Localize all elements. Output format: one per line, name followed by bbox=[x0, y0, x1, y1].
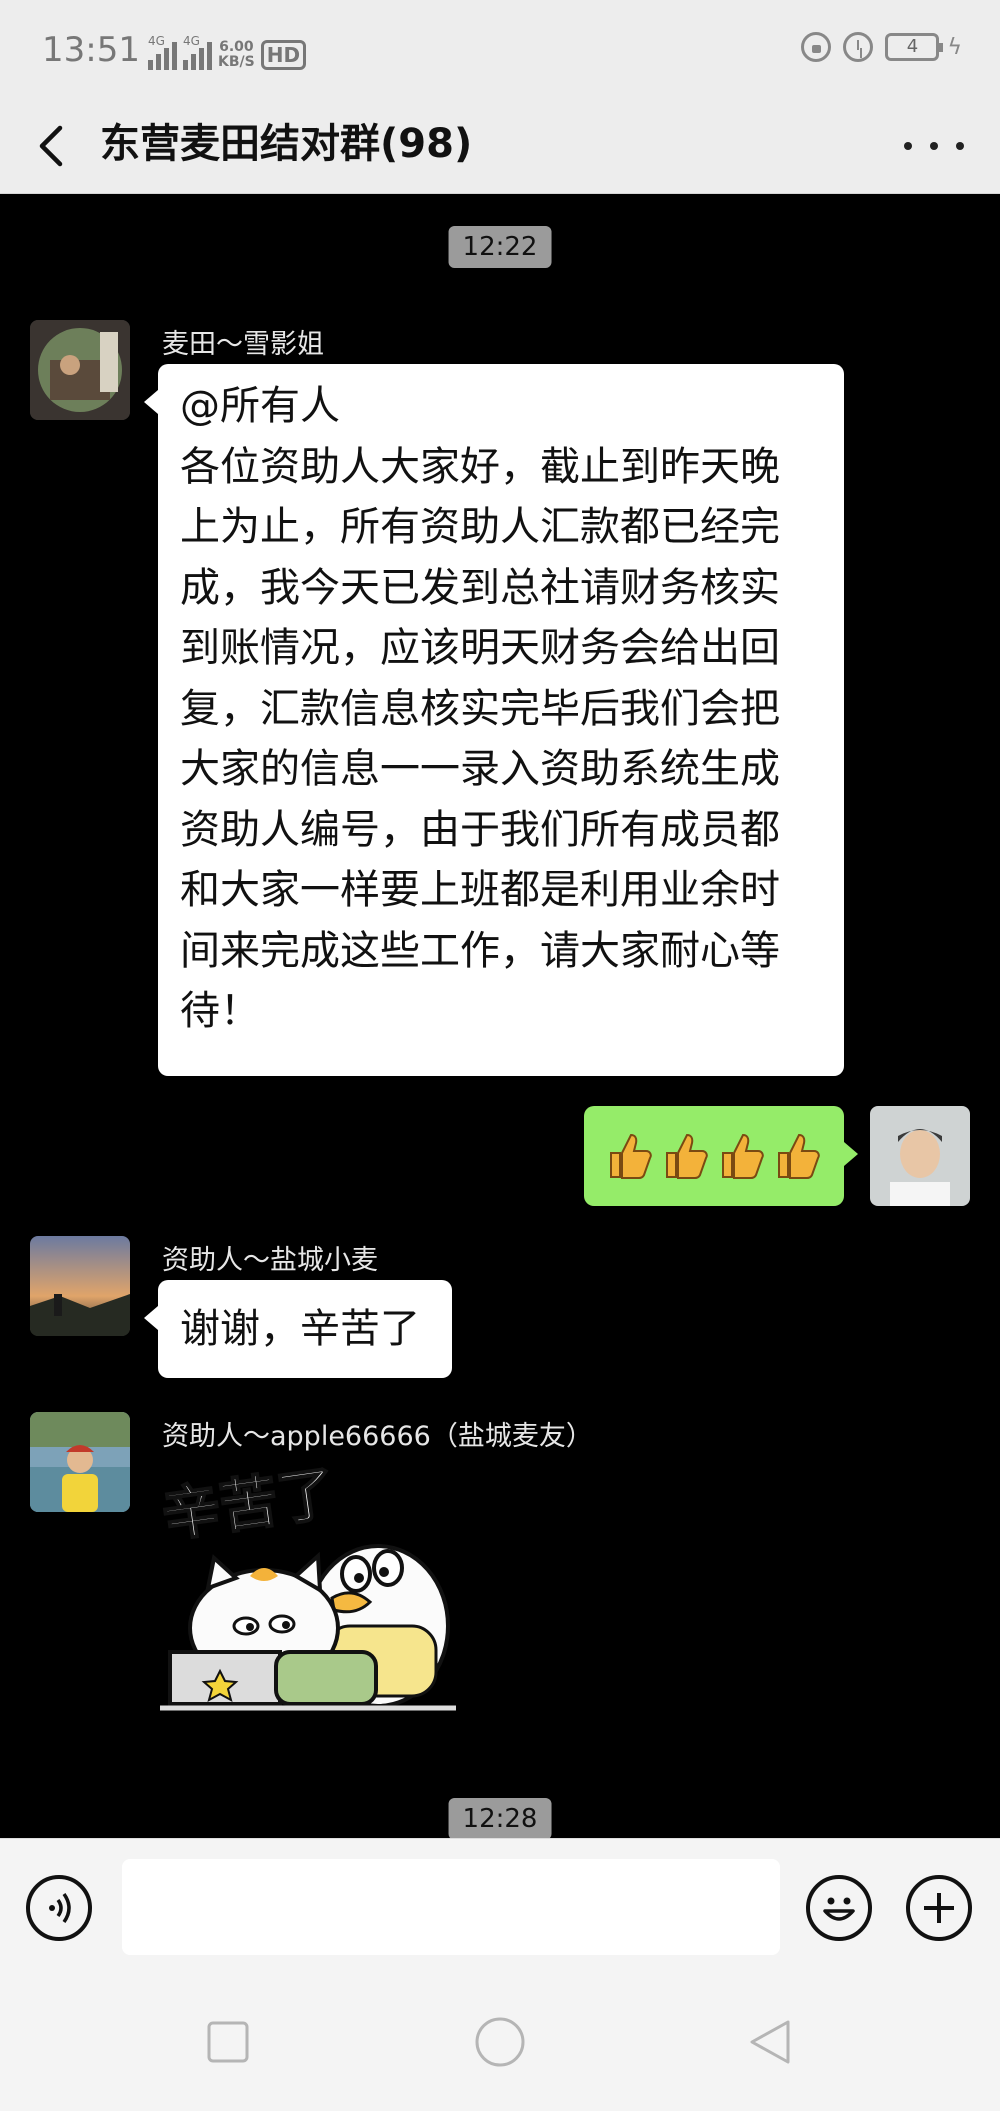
avatar[interactable] bbox=[30, 320, 130, 420]
message-line: 和大家一样要上班都是利用业余时 bbox=[180, 867, 780, 913]
voice-input-icon[interactable] bbox=[26, 1875, 92, 1941]
status-bar: 13:51 4G 4G 6.00 KB/S HD 4 ϟ bbox=[0, 0, 1000, 98]
thumbs-up-icon bbox=[722, 1133, 764, 1179]
alarm-icon bbox=[843, 32, 874, 62]
battery-icon: 4 bbox=[885, 33, 944, 61]
message-line: 待！ bbox=[180, 988, 260, 1034]
message-timestamp: 12:22 bbox=[448, 226, 552, 268]
signal-icon: 4G bbox=[148, 34, 177, 70]
message-timestamp: 12:28 bbox=[448, 1798, 552, 1838]
emoji-icon[interactable] bbox=[806, 1875, 872, 1941]
speed-value: 6.00 bbox=[219, 39, 254, 55]
message-bubble[interactable]: @所有人 各位资助人大家好，截止到昨天晚 上为止，所有资助人汇款都已经完 成，我… bbox=[144, 364, 844, 1076]
add-icon[interactable] bbox=[906, 1875, 972, 1941]
back-arrow-icon[interactable] bbox=[34, 122, 74, 170]
system-navigation-bar bbox=[0, 1976, 1000, 2111]
message-line: 成，我今天已发到总社请财务核实 bbox=[180, 564, 780, 611]
message-line: 资助人编号，由于我们所有成员都 bbox=[180, 806, 780, 853]
signal-icon: 4G bbox=[183, 34, 212, 70]
more-options-icon[interactable] bbox=[904, 128, 964, 164]
thumbs-up-icon bbox=[666, 1133, 708, 1179]
recent-apps-icon[interactable] bbox=[206, 2020, 250, 2064]
chat-title: 东营麦田结对群(98) bbox=[100, 121, 473, 167]
network-speed: 6.00 KB/S bbox=[218, 40, 255, 70]
sender-name: 麦田～雪影姐 bbox=[162, 329, 324, 360]
thumbs-up-icon bbox=[610, 1133, 652, 1179]
network-type-label: 4G bbox=[183, 34, 200, 48]
message-line: 到账情况，应该明天财务会给出回 bbox=[180, 625, 780, 671]
message-input[interactable] bbox=[122, 1859, 780, 1955]
chat-header: 东营麦田结对群(98) bbox=[0, 98, 1000, 194]
message-list[interactable]: 12:22 麦田～雪影姐 @所有人 各位资助人大家好，截止到昨天晚 上为止，所有… bbox=[0, 194, 1000, 1838]
message-line: @所有人 bbox=[180, 383, 340, 429]
avatar[interactable] bbox=[30, 1412, 130, 1512]
network-indicators: 4G 4G 6.00 KB/S HD bbox=[148, 30, 307, 70]
network-type-label: 4G bbox=[148, 34, 165, 48]
my-avatar[interactable] bbox=[870, 1106, 970, 1206]
charging-icon: ϟ bbox=[947, 34, 962, 60]
my-message-bubble[interactable] bbox=[584, 1106, 858, 1206]
message-text: 谢谢，辛苦了 bbox=[180, 1306, 420, 1352]
message-line: 复，汇款信息核实完毕后我们会把 bbox=[180, 685, 780, 732]
avatar[interactable] bbox=[30, 1236, 130, 1336]
message-line: 各位资助人大家好，截止到昨天晚 bbox=[180, 443, 780, 490]
thumbs-up-icon bbox=[778, 1133, 820, 1179]
lock-icon bbox=[801, 32, 832, 62]
home-icon[interactable] bbox=[474, 2016, 526, 2068]
back-nav-icon[interactable] bbox=[746, 2018, 794, 2066]
message-line: 间来完成这些工作，请大家耐心等 bbox=[180, 927, 780, 974]
sender-name: 资助人～apple66666（盐城麦友） bbox=[162, 1421, 593, 1452]
message-line: 上为止，所有资助人汇款都已经完 bbox=[180, 504, 780, 550]
message-line: 大家的信息一一录入资助系统生成 bbox=[180, 746, 780, 792]
sticker-text: 辛苦了 bbox=[158, 1458, 340, 1550]
message-bubble[interactable]: 谢谢，辛苦了 bbox=[144, 1280, 452, 1378]
status-icons: 4 ϟ bbox=[801, 32, 962, 62]
input-bar bbox=[0, 1838, 1000, 1976]
clock: 13:51 bbox=[42, 30, 140, 70]
sender-name: 资助人～盐城小麦 bbox=[162, 1245, 378, 1276]
sticker-image[interactable]: 辛苦了 bbox=[156, 1456, 466, 1721]
speed-unit: KB/S bbox=[218, 54, 255, 70]
hd-icon: HD bbox=[260, 40, 307, 70]
